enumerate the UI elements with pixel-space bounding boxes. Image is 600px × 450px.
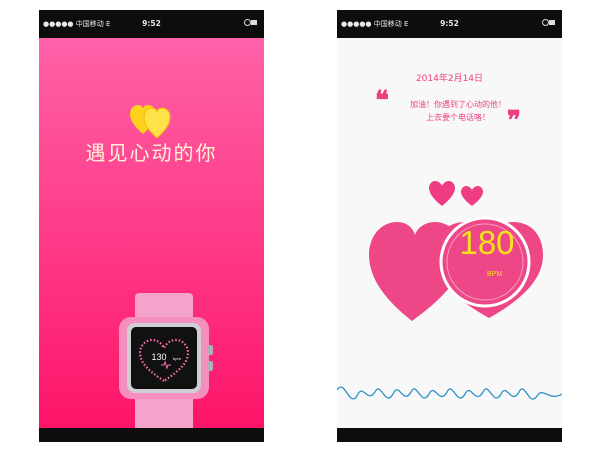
pulse-waveform bbox=[337, 386, 562, 400]
phone-left: ●●●●● 中国移动 E 9:52 遇见心动的你 130 bpm bbox=[39, 10, 264, 442]
status-time: 9:52 bbox=[440, 19, 459, 28]
phone-right: ●●●●● 中国移动 E 9:52 2014年2月14日 ❝ 加油！你遇到了心动… bbox=[337, 10, 562, 442]
status-time: 9:52 bbox=[142, 19, 161, 28]
heart-rate-screen: 2014年2月14日 ❝ 加油！你遇到了心动的他！ 上去要个电话咯！ ❞ 180… bbox=[337, 38, 562, 428]
heart-rate-value: 180 bbox=[459, 224, 515, 261]
phone-bottom-bezel bbox=[337, 428, 562, 442]
status-bar: ●●●●● 中国移动 E 9:52 bbox=[39, 10, 264, 38]
splash-screen: 遇见心动的你 130 bpm bbox=[39, 38, 264, 428]
smart-watch-image: 130 bpm bbox=[119, 293, 213, 428]
status-bar: ●●●●● 中国移动 E 9:52 bbox=[337, 10, 562, 38]
battery-icon bbox=[244, 18, 258, 29]
watch-bpm-unit: bpm bbox=[173, 356, 181, 361]
tagline: 遇见心动的你 bbox=[85, 141, 218, 165]
watch-bpm-value: 130 bbox=[151, 352, 166, 362]
phone-bottom-bezel bbox=[39, 428, 264, 442]
heart-rate-unit: BPM bbox=[487, 271, 503, 278]
battery-icon bbox=[542, 18, 556, 29]
small-heart-icon bbox=[429, 181, 455, 206]
small-heart-icon bbox=[461, 186, 483, 206]
double-heart-logo-icon bbox=[130, 105, 171, 139]
